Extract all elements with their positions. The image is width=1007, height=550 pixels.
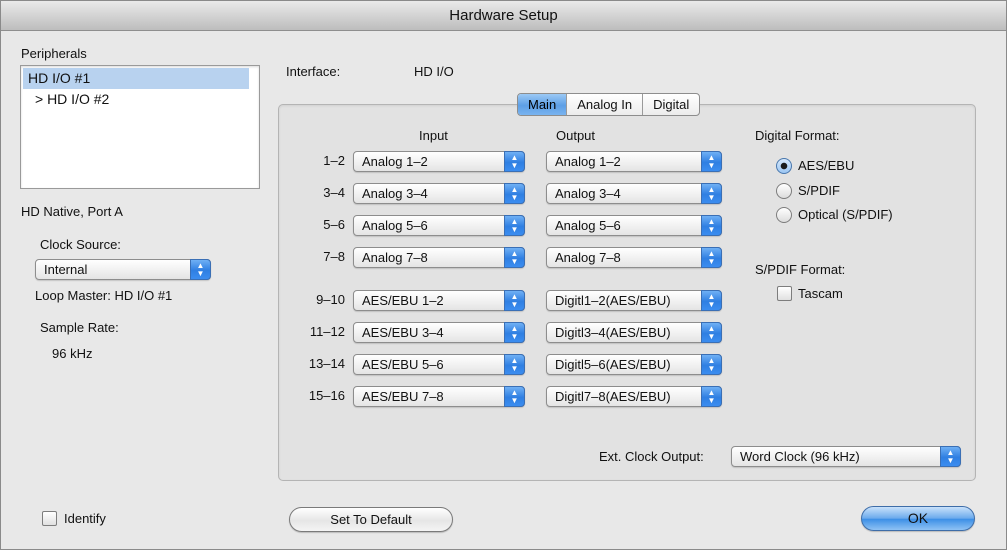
- input-popup[interactable]: Analog 7–8 ▲ ▼: [353, 247, 525, 268]
- channel-label: 7–8: [323, 249, 345, 264]
- output-value: Digitl5–6(AES/EBU): [555, 357, 671, 372]
- input-popup[interactable]: Analog 1–2 ▲ ▼: [353, 151, 525, 172]
- popup-arrows-icon: ▲ ▼: [504, 183, 525, 204]
- channel-label: 3–4: [323, 185, 345, 200]
- popup-arrows-icon: ▲ ▼: [701, 215, 722, 236]
- channel-label: 1–2: [323, 153, 345, 168]
- tab-bar: Main Analog In Digital: [517, 93, 701, 116]
- ext-clock-label: Ext. Clock Output:: [599, 449, 704, 464]
- input-value: AES/EBU 1–2: [362, 293, 444, 308]
- input-value: Analog 5–6: [362, 218, 428, 233]
- ext-clock-value: Word Clock (96 kHz): [740, 449, 860, 464]
- output-value: Digitl3–4(AES/EBU): [555, 325, 671, 340]
- popup-arrows-icon: ▲ ▼: [190, 259, 211, 280]
- peripheral-item-hd-io-2[interactable]: > HD I/O #2: [21, 89, 259, 110]
- output-popup[interactable]: Digitl7–8(AES/EBU) ▲ ▼: [546, 386, 722, 407]
- radio-optical-spdif[interactable]: [776, 207, 792, 223]
- popup-arrows-icon: ▲ ▼: [701, 247, 722, 268]
- input-value: AES/EBU 7–8: [362, 389, 444, 404]
- radio-spdif-label: S/PDIF: [798, 183, 840, 198]
- popup-arrows-icon: ▲ ▼: [701, 322, 722, 343]
- interface-label: Interface:: [286, 64, 341, 79]
- tab-digital[interactable]: Digital: [642, 94, 699, 115]
- ok-button[interactable]: OK: [861, 506, 975, 531]
- input-popup[interactable]: AES/EBU 1–2 ▲ ▼: [353, 290, 525, 311]
- output-popup[interactable]: Analog 3–4 ▲ ▼: [546, 183, 722, 204]
- output-value: Digitl1–2(AES/EBU): [555, 293, 671, 308]
- hardware-setup-window: Hardware Setup Peripherals HD I/O #1 > H…: [0, 0, 1007, 550]
- input-popup[interactable]: AES/EBU 5–6 ▲ ▼: [353, 354, 525, 375]
- window-title: Hardware Setup: [1, 1, 1006, 31]
- tascam-label: Tascam: [798, 286, 843, 301]
- popup-arrows-icon: ▲ ▼: [504, 215, 525, 236]
- output-value: Analog 1–2: [555, 154, 621, 169]
- ext-clock-popup[interactable]: Word Clock (96 kHz) ▲ ▼: [731, 446, 961, 467]
- popup-arrows-icon: ▲ ▼: [701, 183, 722, 204]
- popup-arrows-icon: ▲ ▼: [701, 290, 722, 311]
- peripherals-list[interactable]: HD I/O #1 > HD I/O #2: [20, 65, 260, 189]
- input-value: Analog 1–2: [362, 154, 428, 169]
- popup-arrows-icon: ▲ ▼: [940, 446, 961, 467]
- digital-format-label: Digital Format:: [755, 128, 840, 143]
- popup-arrows-icon: ▲ ▼: [504, 322, 525, 343]
- popup-arrows-icon: ▲ ▼: [504, 151, 525, 172]
- output-popup[interactable]: Digitl1–2(AES/EBU) ▲ ▼: [546, 290, 722, 311]
- port-label: HD Native, Port A: [21, 204, 123, 219]
- channel-label: 15–16: [308, 388, 345, 403]
- clock-source-label: Clock Source:: [40, 237, 121, 252]
- output-header: Output: [556, 128, 596, 143]
- identify-checkbox[interactable]: [42, 511, 57, 526]
- input-value: Analog 7–8: [362, 250, 428, 265]
- input-popup[interactable]: AES/EBU 3–4 ▲ ▼: [353, 322, 525, 343]
- loop-master-label: Loop Master: HD I/O #1: [35, 288, 173, 303]
- channel-label: 11–12: [309, 324, 345, 339]
- spdif-format-label: S/PDIF Format:: [755, 262, 846, 277]
- sample-rate-label: Sample Rate:: [40, 320, 119, 335]
- output-popup[interactable]: Digitl3–4(AES/EBU) ▲ ▼: [546, 322, 722, 343]
- output-popup[interactable]: Digitl5–6(AES/EBU) ▲ ▼: [546, 354, 722, 375]
- output-value: Analog 7–8: [555, 250, 621, 265]
- input-header: Input: [419, 128, 448, 143]
- radio-spdif[interactable]: [776, 183, 792, 199]
- channel-label: 9–10: [316, 292, 345, 307]
- radio-aes-ebu[interactable]: [776, 158, 792, 174]
- input-popup[interactable]: Analog 5–6 ▲ ▼: [353, 215, 525, 236]
- input-value: AES/EBU 3–4: [362, 325, 444, 340]
- tascam-checkbox[interactable]: [777, 286, 792, 301]
- output-value: Analog 3–4: [555, 186, 621, 201]
- output-popup[interactable]: Analog 1–2 ▲ ▼: [546, 151, 722, 172]
- clock-source-popup[interactable]: Internal ▲ ▼: [35, 259, 211, 280]
- output-popup[interactable]: Analog 5–6 ▲ ▼: [546, 215, 722, 236]
- input-value: Analog 3–4: [362, 186, 428, 201]
- popup-arrows-icon: ▲ ▼: [504, 290, 525, 311]
- popup-arrows-icon: ▲ ▼: [701, 151, 722, 172]
- input-popup[interactable]: AES/EBU 7–8 ▲ ▼: [353, 386, 525, 407]
- output-popup[interactable]: Analog 7–8 ▲ ▼: [546, 247, 722, 268]
- peripheral-item-hd-io-1[interactable]: HD I/O #1: [23, 68, 249, 89]
- tab-main[interactable]: Main: [518, 94, 567, 115]
- popup-arrows-icon: ▲ ▼: [701, 386, 722, 407]
- set-to-default-button[interactable]: Set To Default: [289, 507, 453, 532]
- sample-rate-value: 96 kHz: [52, 346, 93, 361]
- input-value: AES/EBU 5–6: [362, 357, 444, 372]
- clock-source-value: Internal: [44, 262, 88, 277]
- interface-value: HD I/O: [414, 64, 454, 79]
- identify-label: Identify: [64, 511, 106, 526]
- popup-arrows-icon: ▲ ▼: [504, 247, 525, 268]
- output-value: Analog 5–6: [555, 218, 621, 233]
- input-popup[interactable]: Analog 3–4 ▲ ▼: [353, 183, 525, 204]
- peripherals-label: Peripherals: [21, 46, 87, 61]
- popup-arrows-icon: ▲ ▼: [701, 354, 722, 375]
- radio-optical-spdif-label: Optical (S/PDIF): [798, 207, 893, 222]
- channel-label: 13–14: [308, 356, 345, 371]
- popup-arrows-icon: ▲ ▼: [504, 386, 525, 407]
- tab-analog-in[interactable]: Analog In: [566, 94, 642, 115]
- popup-arrows-icon: ▲ ▼: [504, 354, 525, 375]
- output-value: Digitl7–8(AES/EBU): [555, 389, 671, 404]
- radio-aes-ebu-label: AES/EBU: [798, 158, 855, 173]
- channel-label: 5–6: [323, 217, 345, 232]
